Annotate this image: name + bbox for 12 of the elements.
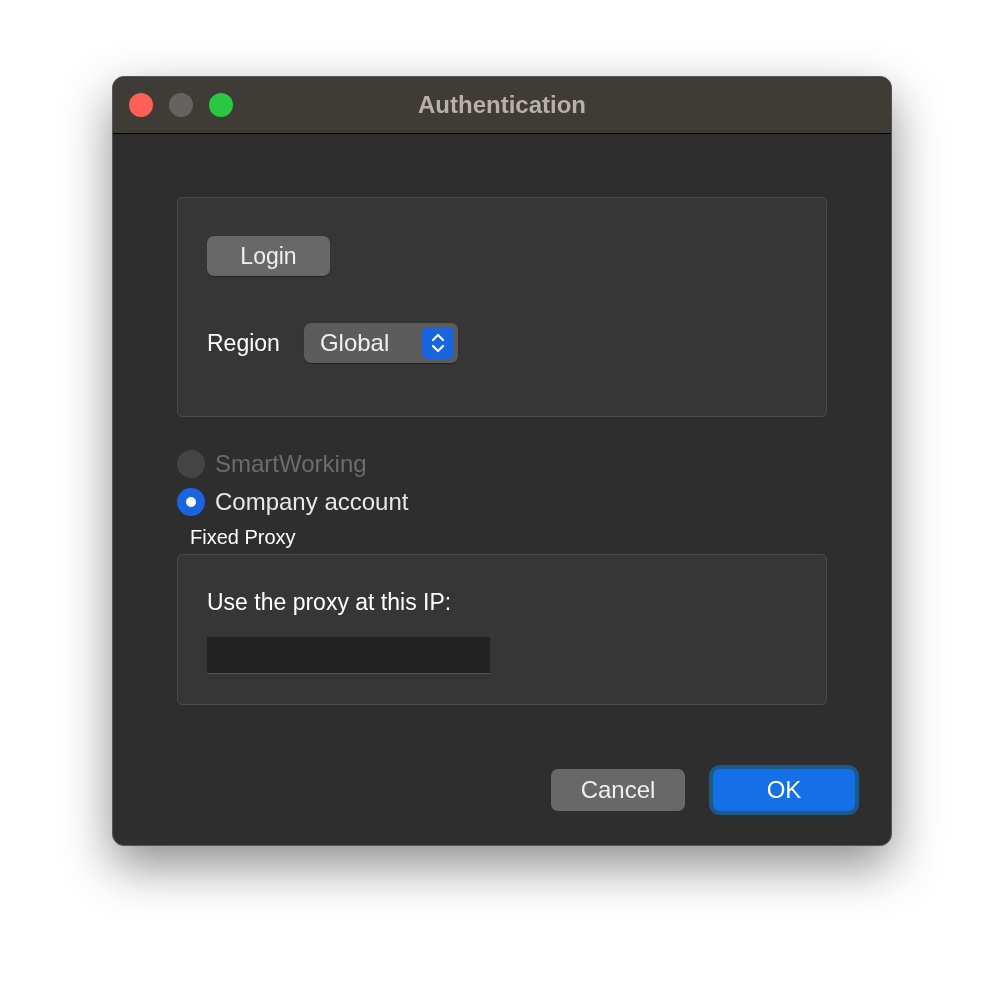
ip-input-field[interactable] (207, 636, 490, 674)
region-label: Region (207, 328, 280, 358)
dialog-button[interactable]: Cancel (551, 769, 685, 811)
region-select[interactable]: Global (303, 323, 458, 363)
login-button[interactable]: Login (207, 236, 330, 276)
group-title: Fixed Proxy (190, 525, 297, 550)
maximize-icon[interactable] (209, 93, 233, 117)
close-icon[interactable] (129, 93, 153, 117)
chevron-up-down-icon (421, 327, 454, 359)
proxy-prompt: Use the proxy at this IP: (207, 588, 453, 617)
window-title: Authentication (418, 90, 586, 120)
account-radio[interactable]: Company account (177, 488, 827, 516)
